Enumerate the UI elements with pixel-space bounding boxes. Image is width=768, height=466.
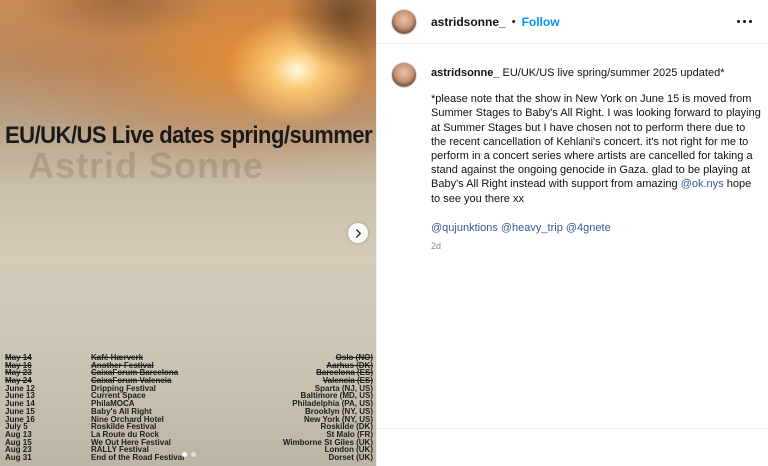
tour-city: Dorset (UK) <box>328 452 373 462</box>
more-options-button[interactable] <box>735 14 754 29</box>
post-header: astridsonne_ • Follow <box>377 0 768 44</box>
caption-note-text: *please note that the show in New York o… <box>431 93 761 191</box>
tour-date-row: May 23 CaixaForum Barcelona Barcelona (ES) <box>5 369 373 377</box>
tag-link[interactable]: @qujunktions <box>431 222 498 234</box>
tour-date-row: May 14 Kafé Hærverk Oslo (NO) <box>5 354 373 362</box>
header-separator: • <box>511 15 516 28</box>
post-timestamp[interactable]: 2d <box>431 239 761 253</box>
divider <box>377 428 768 429</box>
chevron-right-icon <box>355 228 361 238</box>
poster-ghost-text: Astrid Sonne <box>28 145 265 186</box>
post-image: Astrid Sonne EU/UK/US Live dates spring/… <box>0 0 376 466</box>
caption-username[interactable]: astridsonne_ <box>431 67 499 79</box>
caption-tags: @qujunktions @heavy_trip @4gnete <box>431 221 761 235</box>
username-link[interactable]: astridsonne_ <box>431 15 506 29</box>
more-dot <box>749 20 752 23</box>
follow-button[interactable]: Follow <box>522 15 560 29</box>
mention-link[interactable]: @ok.nys <box>681 178 724 190</box>
tour-date-row: June 16 Nine Orchard Hotel New York (NY, U… <box>5 415 373 424</box>
avatar[interactable] <box>391 8 417 35</box>
tour-dates-list: May 14 Kafé Hærverk Oslo (NO) May 16 Another… <box>5 354 373 462</box>
caption-note: *please note that the show in New York o… <box>431 92 761 206</box>
carousel-next-button[interactable] <box>348 223 368 243</box>
tour-date-row: July 5 Roskilde Festival Roskilde (DK) <box>5 423 373 431</box>
carousel-indicator <box>182 452 196 457</box>
more-horizontal-icon <box>737 20 740 23</box>
carousel-dot <box>191 452 196 457</box>
caption-headline-text: EU/UK/US live spring/summer 2025 updated… <box>502 67 725 79</box>
poster-title: EU/UK/US Live dates spring/summer 2025 <box>5 122 376 149</box>
more-dot <box>743 20 746 23</box>
post-side-panel: astridsonne_ • Follow astridsonne_ EU/UK… <box>376 0 768 466</box>
caption-avatar[interactable] <box>391 62 417 88</box>
tag-link[interactable]: @4gnete <box>566 222 611 234</box>
tour-venue: End of the Road Festival <box>91 452 185 462</box>
tour-date: Aug 31 <box>5 452 32 462</box>
post-caption: astridsonne_ EU/UK/US live spring/summer… <box>391 62 761 253</box>
caption-headline: astridsonne_ EU/UK/US live spring/summer… <box>431 66 761 80</box>
carousel-dot <box>182 452 187 457</box>
tag-link[interactable]: @heavy_trip <box>501 222 563 234</box>
image-foliage <box>20 0 220 40</box>
tour-date-row: Aug 15 We Out Here Festival Wimborne St Gi… <box>5 438 373 447</box>
image-tree <box>285 0 376 70</box>
